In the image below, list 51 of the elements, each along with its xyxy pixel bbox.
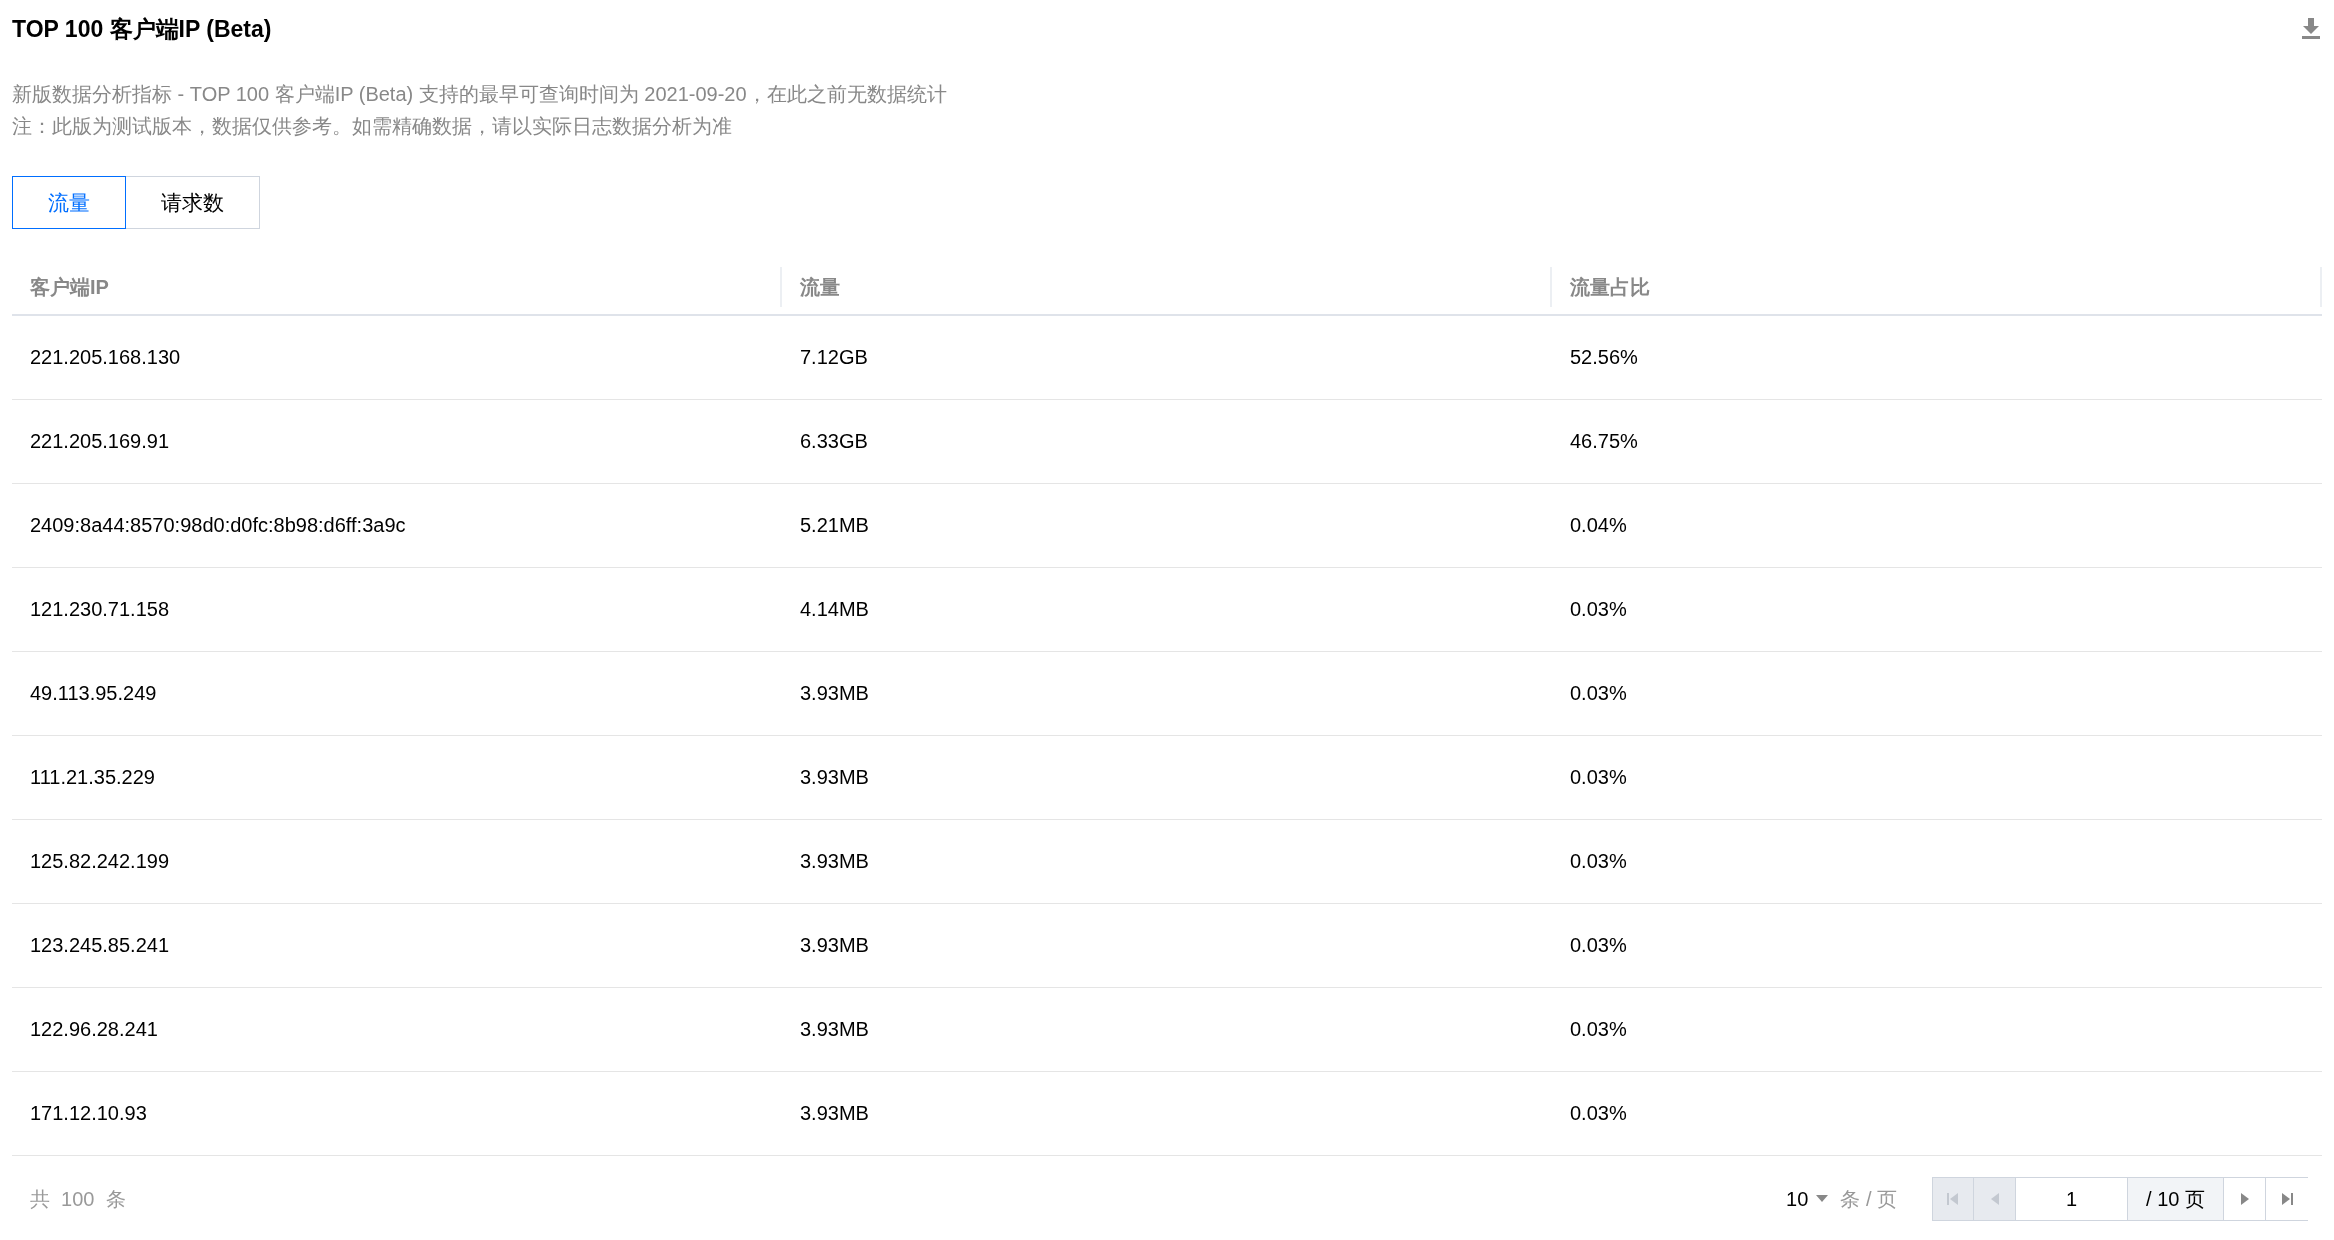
table-cell: 0.04% [1570, 514, 1627, 537]
table-cell: 221.205.168.130 [30, 346, 181, 369]
table-cell: 3.93MB [800, 934, 869, 957]
table-cell: 111.21.35.229 [30, 766, 155, 789]
table-cell: 3.93MB [800, 766, 869, 789]
column-header: 流量占比 [1570, 274, 1650, 300]
column-header: 客户端IP [30, 274, 109, 300]
table-cell: 0.03% [1570, 682, 1627, 705]
table-cell: 7.12GB [800, 346, 868, 369]
table-cell: 0.03% [1570, 1102, 1627, 1125]
last-page-icon [2281, 1192, 2293, 1206]
last-page-button[interactable] [2266, 1177, 2308, 1221]
table-cell: 123.245.85.241 [30, 934, 170, 957]
table-cell: 52.56% [1570, 346, 1638, 369]
total-count: 共 100 条 [29, 1186, 126, 1212]
table-cell: 3.93MB [800, 850, 869, 873]
metric-tab[interactable]: 流量 [12, 176, 126, 229]
table-cell: 0.03% [1570, 934, 1627, 957]
table-cell: 4.14MB [800, 598, 869, 621]
table-cell: 221.205.169.91 [30, 430, 170, 453]
next-page-button[interactable] [2224, 1177, 2266, 1221]
panel-title: TOP 100 客户端IP (Beta) [12, 14, 272, 44]
page-input[interactable]: 1 [2016, 1177, 2128, 1221]
table-cell: 122.96.28.241 [30, 1018, 158, 1041]
left-triangle-icon [1989, 1192, 2000, 1206]
metric-tab[interactable]: 请求数 [126, 176, 260, 229]
page-size-select[interactable]: 10 [1786, 1187, 1829, 1211]
right-triangle-icon [2239, 1192, 2250, 1206]
first-page-icon [1947, 1192, 1959, 1206]
table-cell: 3.93MB [800, 1102, 869, 1125]
table-cell: 121.230.71.158 [30, 598, 170, 621]
table-cell: 0.03% [1570, 598, 1627, 621]
table-cell: 3.93MB [800, 1018, 869, 1041]
table-cell: 2409:8a44:8570:98d0:d0fc:8b98:d6ff:3a9c [30, 514, 406, 537]
table-cell: 6.33GB [800, 430, 868, 453]
table-cell: 3.93MB [800, 682, 869, 705]
table-cell: 0.03% [1570, 766, 1627, 789]
table-cell: 0.03% [1570, 850, 1627, 873]
table-cell: 125.82.242.199 [30, 850, 170, 873]
table-cell: 0.03% [1570, 1018, 1627, 1041]
page-count: / 10 页 [2128, 1177, 2224, 1221]
caret-icon [1816, 1195, 1829, 1203]
download-icon[interactable] [2302, 18, 2320, 40]
info-note: 注：此版为测试版本，数据仅供参考。如需精确数据，请以实际日志数据分析为准 [12, 114, 733, 139]
page-size-unit: 条 / 页 [1840, 1186, 1897, 1212]
table-cell: 49.113.95.249 [30, 682, 157, 705]
table-cell: 46.75% [1570, 430, 1638, 453]
column-header: 流量 [800, 274, 840, 300]
table-cell: 171.12.10.93 [30, 1102, 147, 1125]
table-cell: 5.21MB [800, 514, 869, 537]
info-note: 新版数据分析指标 - TOP 100 客户端IP (Beta) 支持的最早可查询时间为 2021-09-20，在此之前无数据统计 [12, 82, 948, 107]
